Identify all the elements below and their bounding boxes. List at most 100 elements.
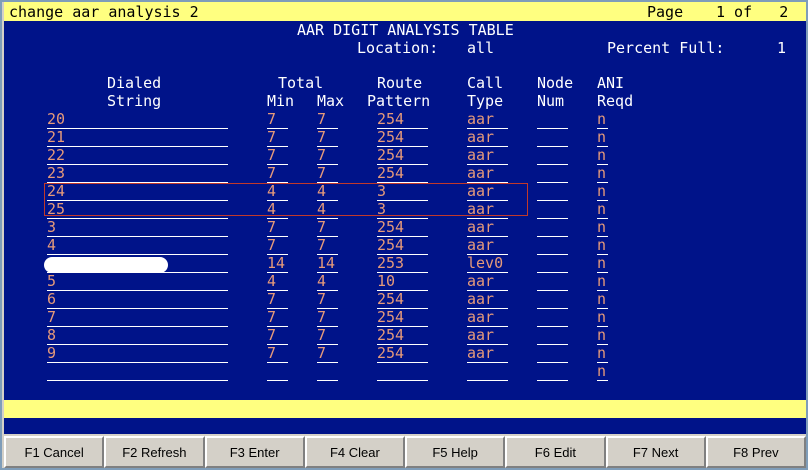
ani-reqd-field[interactable]: n xyxy=(597,237,608,255)
node-num-field[interactable] xyxy=(537,345,568,363)
route-pattern-field[interactable]: 254 xyxy=(377,291,428,309)
ani-reqd-field[interactable]: n xyxy=(597,147,608,165)
route-pattern-field[interactable]: 254 xyxy=(377,165,428,183)
call-type-field[interactable]: aar xyxy=(467,273,508,291)
max-digits-field[interactable]: 7 xyxy=(317,291,338,309)
ani-reqd-field[interactable]: n xyxy=(597,309,608,327)
ani-reqd-field[interactable]: n xyxy=(597,363,608,381)
ani-reqd-field[interactable]: n xyxy=(597,129,608,147)
dialed-string-field[interactable]: 21 xyxy=(47,129,228,147)
min-digits-field[interactable]: 7 xyxy=(267,237,288,255)
max-digits-field[interactable]: 7 xyxy=(317,309,338,327)
function-key-f1[interactable]: F1 Cancel xyxy=(4,436,105,468)
dialed-string-field[interactable]: 8 xyxy=(47,327,228,345)
min-digits-field[interactable]: 7 xyxy=(267,111,288,129)
node-num-field[interactable] xyxy=(537,201,568,219)
call-type-field[interactable]: aar xyxy=(467,237,508,255)
dialed-string-field[interactable]: 7 xyxy=(47,309,228,327)
min-digits-field[interactable]: 7 xyxy=(267,165,288,183)
route-pattern-field[interactable]: 254 xyxy=(377,327,428,345)
function-key-f2[interactable]: F2 Refresh xyxy=(104,436,205,468)
route-pattern-field[interactable]: 253 xyxy=(377,255,428,273)
node-num-field[interactable] xyxy=(537,237,568,255)
function-key-f5[interactable]: F5 Help xyxy=(405,436,506,468)
node-num-field[interactable] xyxy=(537,291,568,309)
max-digits-field[interactable]: 7 xyxy=(317,237,338,255)
route-pattern-field[interactable]: 254 xyxy=(377,237,428,255)
function-key-f6[interactable]: F6 Edit xyxy=(505,436,606,468)
max-digits-field[interactable] xyxy=(317,363,338,381)
node-num-field[interactable] xyxy=(537,129,568,147)
min-digits-field[interactable]: 7 xyxy=(267,345,288,363)
min-digits-field[interactable]: 4 xyxy=(267,273,288,291)
max-digits-field[interactable]: 7 xyxy=(317,129,338,147)
node-num-field[interactable] xyxy=(537,273,568,291)
node-num-field[interactable] xyxy=(537,165,568,183)
call-type-field[interactable]: aar xyxy=(467,129,508,147)
ani-reqd-field[interactable]: n xyxy=(597,183,608,201)
node-num-field[interactable] xyxy=(537,255,568,273)
ani-reqd-field[interactable]: n xyxy=(597,111,608,129)
dialed-string-field[interactable]: 4 xyxy=(47,237,228,255)
function-key-f3[interactable]: F3 Enter xyxy=(204,436,305,468)
function-key-f7[interactable]: F7 Next xyxy=(605,436,706,468)
call-type-field[interactable]: aar xyxy=(467,165,508,183)
node-num-field[interactable] xyxy=(537,147,568,165)
route-pattern-field[interactable]: 254 xyxy=(377,345,428,363)
min-digits-field[interactable] xyxy=(267,363,288,381)
route-pattern-field[interactable]: 254 xyxy=(377,129,428,147)
max-digits-field[interactable]: 7 xyxy=(317,219,338,237)
max-digits-field[interactable]: 7 xyxy=(317,111,338,129)
node-num-field[interactable] xyxy=(537,111,568,129)
max-digits-field[interactable]: 14 xyxy=(317,255,338,273)
dialed-string-field[interactable]: 9 xyxy=(47,345,228,363)
node-num-field[interactable] xyxy=(537,309,568,327)
max-digits-field[interactable]: 7 xyxy=(317,147,338,165)
ani-reqd-field[interactable]: n xyxy=(597,273,608,291)
dialed-string-field[interactable] xyxy=(47,363,228,381)
dialed-string-field[interactable]: 3 xyxy=(47,219,228,237)
call-type-field[interactable]: aar xyxy=(467,309,508,327)
call-type-field[interactable]: aar xyxy=(467,327,508,345)
ani-reqd-field[interactable]: n xyxy=(597,345,608,363)
min-digits-field[interactable]: 7 xyxy=(267,291,288,309)
dialed-string-field[interactable]: 6 xyxy=(47,291,228,309)
call-type-field[interactable]: aar xyxy=(467,345,508,363)
call-type-field[interactable]: lev0 xyxy=(467,255,508,273)
dialed-string-field[interactable]: 22 xyxy=(47,147,228,165)
min-digits-field[interactable]: 7 xyxy=(267,327,288,345)
max-digits-field[interactable]: 7 xyxy=(317,165,338,183)
call-type-field[interactable]: aar xyxy=(467,291,508,309)
dialed-string-field[interactable]: 23 xyxy=(47,165,228,183)
node-num-field[interactable] xyxy=(537,363,568,381)
ani-reqd-field[interactable]: n xyxy=(597,255,608,273)
call-type-field[interactable]: aar xyxy=(467,111,508,129)
route-pattern-field[interactable]: 10 xyxy=(377,273,428,291)
node-num-field[interactable] xyxy=(537,327,568,345)
min-digits-field[interactable]: 7 xyxy=(267,309,288,327)
function-key-f4[interactable]: F4 Clear xyxy=(304,436,405,468)
min-digits-field[interactable]: 7 xyxy=(267,219,288,237)
max-digits-field[interactable]: 7 xyxy=(317,327,338,345)
ani-reqd-field[interactable]: n xyxy=(597,219,608,237)
ani-reqd-field[interactable]: n xyxy=(597,165,608,183)
node-num-field[interactable] xyxy=(537,183,568,201)
call-type-field[interactable]: aar xyxy=(467,147,508,165)
route-pattern-field[interactable]: 254 xyxy=(377,147,428,165)
route-pattern-field[interactable] xyxy=(377,363,428,381)
node-num-field[interactable] xyxy=(537,219,568,237)
call-type-field[interactable] xyxy=(467,363,508,381)
function-key-f8[interactable]: F8 Prev xyxy=(705,436,806,468)
ani-reqd-field[interactable]: n xyxy=(597,291,608,309)
route-pattern-field[interactable]: 254 xyxy=(377,111,428,129)
min-digits-field[interactable]: 7 xyxy=(267,147,288,165)
ani-reqd-field[interactable]: n xyxy=(597,327,608,345)
ani-reqd-field[interactable]: n xyxy=(597,201,608,219)
dialed-string-field[interactable]: 5 xyxy=(47,273,228,291)
max-digits-field[interactable]: 4 xyxy=(317,273,338,291)
min-digits-field[interactable]: 7 xyxy=(267,129,288,147)
dialed-string-field[interactable]: 20 xyxy=(47,111,228,129)
route-pattern-field[interactable]: 254 xyxy=(377,219,428,237)
min-digits-field[interactable]: 14 xyxy=(267,255,288,273)
call-type-field[interactable]: aar xyxy=(467,219,508,237)
